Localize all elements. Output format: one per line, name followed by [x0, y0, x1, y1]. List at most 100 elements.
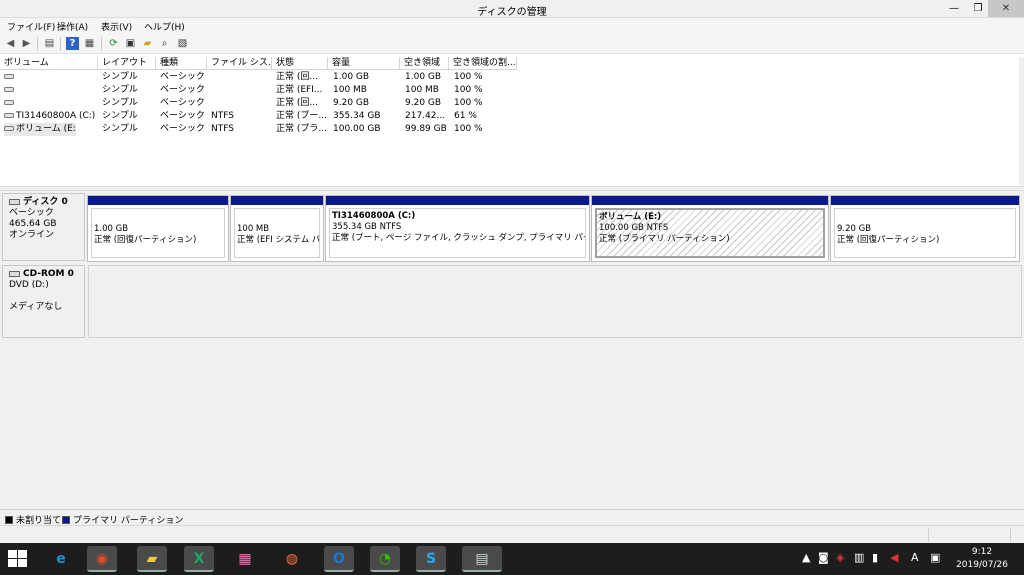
volume-free: 9.20 GB [405, 98, 442, 108]
column-free-space[interactable]: 空き領域 [400, 57, 449, 70]
volume-free: 99.89 GB [405, 124, 447, 134]
column-capacity[interactable]: 容量 [328, 57, 400, 70]
column-filesystem[interactable]: ファイル シス... [207, 57, 272, 70]
primary-partition-bar [831, 196, 1019, 205]
partition-size: 100 MB [237, 224, 270, 234]
disk-map: ディスク 0 ベーシック 465.64 GB オンライン 1.00 GB 正常 … [0, 191, 1024, 509]
volume-status: 正常 (ブー... [276, 111, 327, 121]
volume-row[interactable]: シンプル ベーシック 正常 (EFI... 100 MB 100 MB 100 … [0, 84, 520, 97]
paint-icon[interactable]: ▦ [230, 546, 260, 572]
search-icon[interactable]: ⌕ [158, 37, 171, 50]
cdrom-0-area[interactable] [88, 265, 1022, 338]
column-volume[interactable]: ボリューム [0, 57, 98, 70]
disk-management-icon[interactable]: ▤ [462, 546, 502, 572]
column-type[interactable]: 種類 [156, 57, 207, 70]
volume-row[interactable]: ボリューム (E:) シンプル ベーシック NTFS 正常 (プラ... 100… [0, 123, 520, 136]
tray-expand-icon[interactable]: ▲ [802, 551, 810, 564]
cdrom-icon [9, 270, 20, 277]
disk-icon [9, 198, 20, 205]
help-icon[interactable]: ? [66, 37, 79, 50]
close-button[interactable]: ✕ [988, 0, 1024, 17]
volume-filesystem: NTFS [211, 124, 234, 134]
partition-recovery-2[interactable]: 9.20 GB 正常 (回復パーティション) [830, 195, 1020, 262]
menu-action[interactable]: 操作(A) [57, 20, 88, 33]
outlook-icon[interactable]: O [324, 546, 354, 572]
refresh-icon[interactable]: ⟳ [107, 37, 120, 50]
primary-partition-bar [326, 196, 589, 205]
disk-0-size: 465.64 GB [9, 219, 57, 229]
tray-security-icon[interactable]: ◈ [836, 551, 844, 564]
partition-e[interactable]: ボリューム (E:) 100.00 GB NTFS 正常 (プライマリ パーティ… [591, 195, 829, 262]
volume-row[interactable]: シンプル ベーシック 正常 (回... 1.00 GB 1.00 GB 100 … [0, 71, 520, 84]
chrome-icon[interactable]: ◉ [87, 546, 117, 572]
volume-name: ボリューム (E:) [16, 124, 76, 134]
primary-partition-bar [592, 196, 828, 205]
tray-volume-icon[interactable]: ◀ [890, 551, 898, 564]
volume-capacity: 100.00 GB [333, 124, 381, 134]
wechat-icon[interactable]: ◔ [370, 546, 400, 572]
back-icon[interactable]: ◀ [4, 37, 17, 50]
partition-size: 100.00 GB NTFS [599, 223, 669, 233]
excel-icon[interactable]: X [184, 546, 214, 572]
column-free-percent[interactable]: 空き領域の割... [449, 57, 517, 70]
volume-list-scrollbar[interactable] [1019, 57, 1024, 186]
ime-indicator[interactable]: A [911, 551, 919, 564]
cdrom-0-media: メディアなし [9, 302, 63, 312]
tray-network-icon[interactable]: ▥ [854, 551, 864, 564]
volume-list-header: ボリューム レイアウト 種類 ファイル シス... 状態 容量 空き領域 空き領… [0, 57, 520, 70]
volume-name: TI31460800A (C:) [16, 111, 96, 121]
taskbar: e ◉ ▰ X ▦ ◍ O ◔ S ▤ ▲ ◙ ◈ ▥ ▮ ◀ A ▣ 9:12… [0, 543, 1024, 575]
partition-size: 9.20 GB [837, 224, 872, 234]
rescan-icon[interactable]: ▣ [124, 37, 137, 50]
taskbar-clock[interactable]: 9:12 2019/07/26 [950, 546, 1014, 572]
cdrom-0-label[interactable]: CD-ROM 0 DVD (D:) メディアなし [2, 265, 85, 338]
unallocated-swatch [5, 516, 13, 524]
folder-icon[interactable]: ▰ [141, 37, 154, 50]
volume-type: ベーシック [160, 72, 205, 82]
volume-free-percent: 100 % [454, 124, 483, 134]
status-bar [0, 525, 1024, 543]
column-status[interactable]: 状態 [272, 57, 328, 70]
windows-start-icon[interactable] [8, 550, 28, 568]
disk-0-state: オンライン [9, 230, 55, 240]
menu-file[interactable]: ファイル(F) [7, 20, 55, 33]
ie-icon[interactable]: e [46, 546, 76, 572]
volume-free-percent: 100 % [454, 72, 483, 82]
volume-capacity: 100 MB [333, 85, 367, 95]
partition-recovery-1[interactable]: 1.00 GB 正常 (回復パーティション) [87, 195, 229, 262]
explorer-icon[interactable]: ▰ [137, 546, 167, 572]
volume-row[interactable]: TI31460800A (C:) シンプル ベーシック NTFS 正常 (ブー.… [0, 110, 520, 123]
volume-row[interactable]: シンプル ベーシック 正常 (回... 9.20 GB 9.20 GB 100 … [0, 97, 520, 110]
menu-help[interactable]: ヘルプ(H) [144, 20, 185, 33]
column-layout[interactable]: レイアウト [98, 57, 156, 70]
volume-free-percent: 61 % [454, 111, 477, 121]
tray-chat-icon[interactable]: ◙ [818, 551, 829, 564]
volume-layout: シンプル [102, 124, 138, 134]
tray-notification-icon[interactable]: ▣ [930, 551, 940, 564]
disk-0-label[interactable]: ディスク 0 ベーシック 465.64 GB オンライン [2, 193, 85, 261]
cdrom-0-drive: DVD (D:) [9, 280, 49, 290]
partition-name: ボリューム (E:) [599, 212, 662, 222]
menu-view[interactable]: 表示(V) [101, 20, 132, 33]
disk-0-row: ディスク 0 ベーシック 465.64 GB オンライン 1.00 GB 正常 … [0, 191, 1022, 263]
firefox-icon[interactable]: ◍ [277, 546, 307, 572]
properties-icon[interactable]: ▧ [176, 37, 189, 50]
drive-icon [4, 87, 14, 92]
partition-status: 正常 (EFI システム パ [237, 235, 320, 245]
tray-battery-icon[interactable]: ▮ [872, 551, 878, 564]
partition-size: 355.34 GB NTFS [332, 222, 402, 232]
panel-icon[interactable]: ▦ [83, 37, 96, 50]
drive-icon [4, 74, 14, 79]
forward-icon[interactable]: ▶ [20, 37, 33, 50]
list-view-icon[interactable]: ▤ [43, 37, 56, 50]
volume-type: ベーシック [160, 124, 205, 134]
minimize-button[interactable]: — [941, 0, 967, 17]
volume-layout: シンプル [102, 72, 138, 82]
clock-date: 2019/07/26 [956, 560, 1008, 570]
partition-efi[interactable]: 100 MB 正常 (EFI システム パ [230, 195, 324, 262]
partition-status: 正常 (プライマリ パーティション) [599, 234, 730, 244]
partition-c[interactable]: TI31460800A (C:) 355.34 GB NTFS 正常 (ブート,… [325, 195, 590, 262]
volume-layout: シンプル [102, 98, 138, 108]
drive-icon [4, 113, 14, 118]
skype-icon[interactable]: S [416, 546, 446, 572]
